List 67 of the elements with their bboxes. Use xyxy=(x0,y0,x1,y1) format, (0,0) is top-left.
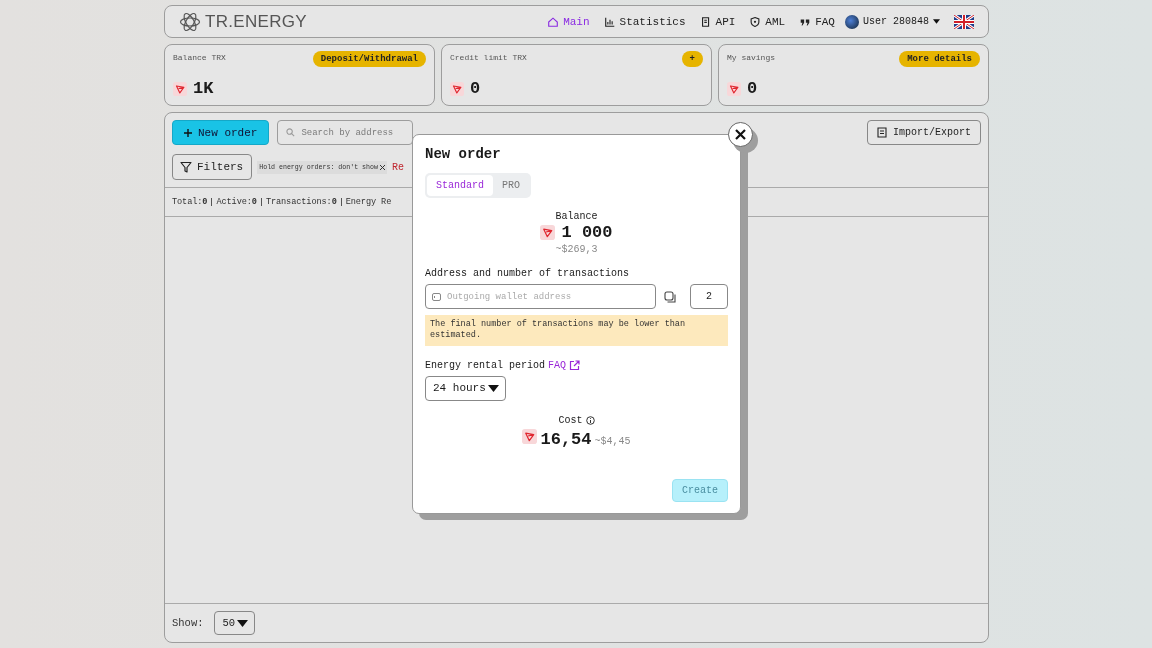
caret-icon xyxy=(487,384,499,392)
modal-title: New order xyxy=(425,146,502,162)
transaction-count-field[interactable]: 2 xyxy=(690,284,728,309)
tab[interactable]: Standard xyxy=(427,175,493,196)
close-icon xyxy=(379,164,385,170)
nav-link[interactable]: Statistics xyxy=(603,15,686,28)
filter-icon xyxy=(180,161,192,173)
cost-label: Cost xyxy=(558,414,583,426)
period-select[interactable]: 24 hours xyxy=(425,375,506,401)
nav-link[interactable]: API xyxy=(699,15,736,28)
logo-text: TR.ENERGY xyxy=(205,11,307,32)
new-order-button[interactable]: New order xyxy=(172,120,270,145)
document-icon xyxy=(877,127,887,138)
caret-icon xyxy=(237,619,249,627)
cost-value: 16,54 xyxy=(540,429,592,449)
card-value: 1K xyxy=(193,79,214,98)
plus-icon xyxy=(184,128,192,137)
card-action-button[interactable]: More details xyxy=(899,51,980,67)
atom-logo-icon xyxy=(179,10,201,33)
card-action-button[interactable]: + xyxy=(681,51,703,67)
trx-icon xyxy=(727,81,741,96)
nav-link[interactable]: FAQ xyxy=(799,15,835,28)
card-value: 0 xyxy=(747,79,758,98)
card-title: My savings xyxy=(727,53,775,62)
stat-text: Energy Re xyxy=(345,197,392,207)
copy-icon[interactable] xyxy=(664,290,676,303)
nav-link[interactable]: AML xyxy=(749,15,786,28)
card-title: Credit limit TRX xyxy=(450,53,527,62)
filters-button[interactable]: Filters xyxy=(172,154,253,180)
close-icon xyxy=(735,129,746,140)
balance-label: Balance xyxy=(555,211,598,222)
search-field[interactable]: Search by address xyxy=(277,120,414,145)
card-action-button[interactable]: Deposit/Withdrawal xyxy=(312,51,426,67)
faq-link[interactable]: FAQ xyxy=(548,359,581,371)
external-link-icon xyxy=(569,359,581,371)
page-size-select[interactable]: 50 xyxy=(213,611,256,635)
trx-icon xyxy=(450,81,464,96)
document-icon xyxy=(699,15,712,28)
nav-link[interactable]: Main xyxy=(547,15,590,28)
show-label: Show: xyxy=(172,617,204,629)
search-icon xyxy=(286,128,296,137)
trx-icon xyxy=(522,428,538,444)
tab[interactable]: PRO xyxy=(493,175,530,196)
balance-value: 1 000 xyxy=(561,223,613,242)
balance-usd: ~$269,3 xyxy=(555,244,598,255)
bar-chart-icon xyxy=(603,15,616,28)
flag-icon[interactable] xyxy=(954,14,974,29)
trx-icon xyxy=(173,81,187,96)
card-title: Balance TRX xyxy=(173,53,226,62)
period-label: Energy rental period xyxy=(425,359,546,371)
shield-icon xyxy=(749,15,762,28)
wallet-icon xyxy=(432,292,441,301)
caret-icon xyxy=(933,19,940,24)
card-value: 0 xyxy=(470,79,481,98)
home-icon xyxy=(547,15,560,28)
warning-text: The final number of transactions may be lower than estimated. xyxy=(425,315,728,346)
address-label: Address and number of transactions xyxy=(425,268,631,279)
stat-text: Active:0 xyxy=(216,197,257,207)
stat-text: Transactions:0 xyxy=(265,197,337,207)
trx-icon xyxy=(540,225,556,240)
cost-usd: ~$4,45 xyxy=(594,435,631,447)
user-menu[interactable]: User 280848 xyxy=(845,14,940,29)
reset-link[interactable]: Re xyxy=(391,161,404,173)
stat-text: Total:0 xyxy=(172,197,208,207)
import-export-button[interactable]: Import/Export xyxy=(867,120,981,145)
info-icon xyxy=(585,415,595,425)
avatar-icon xyxy=(845,14,859,29)
